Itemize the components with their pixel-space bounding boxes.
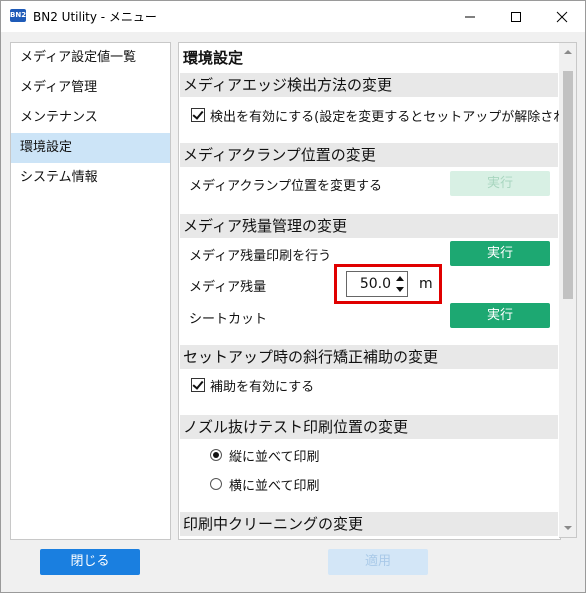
close-icon [556, 11, 568, 22]
sidebar-item-maintenance[interactable]: メンテナンス [11, 103, 170, 133]
scroll-down-icon[interactable] [563, 523, 573, 533]
window-title: BN2 Utility - メニュー [33, 10, 157, 24]
minimize-button[interactable] [447, 1, 493, 32]
nozzle-vertical-radio[interactable] [210, 449, 222, 461]
remaining-amount-unit: m [419, 276, 433, 292]
sheet-cut-run-button[interactable]: 実行 [450, 303, 550, 328]
sidebar-item-media-management[interactable]: メディア管理 [11, 73, 170, 103]
clamp-run-button[interactable]: 実行 [450, 171, 550, 196]
nozzle-horizontal-radio[interactable] [210, 478, 222, 490]
maximize-button[interactable] [493, 1, 539, 32]
triangle-up-icon [396, 276, 404, 281]
sheet-cut-label: シートカット [189, 312, 268, 327]
remaining-amount-value[interactable]: 50.0 [351, 272, 391, 296]
remaining-print-run-button[interactable]: 実行 [450, 241, 550, 266]
section-heading-media-remaining: メディア残量管理の変更 [180, 214, 558, 238]
clamp-position-label: メディアクランプ位置を変更する [189, 179, 383, 194]
edge-detection-label: 検出を有効にする(設定を変更するとセットアップが解除され [210, 110, 561, 125]
close-button[interactable]: 閉じる [40, 549, 140, 575]
app-window: BN2 BN2 Utility - メニュー メディア設定値一覧 メディア管理 … [0, 0, 586, 593]
section-heading-skew-correction: セットアップ時の斜行矯正補助の変更 [180, 345, 558, 369]
nozzle-vertical-label: 縦に並べて印刷 [229, 450, 320, 465]
spin-down-button[interactable] [394, 284, 406, 295]
sidebar-item-environment-settings[interactable]: 環境設定 [11, 133, 170, 163]
scroll-thumb[interactable] [563, 71, 573, 299]
title-bar: BN2 BN2 Utility - メニュー [1, 1, 585, 32]
sidebar-item-media-settings-list[interactable]: メディア設定値一覧 [11, 43, 170, 73]
close-window-button[interactable] [539, 1, 585, 32]
section-heading-cleaning: 印刷中クリーニングの変更 [180, 512, 558, 536]
remaining-amount-stepper[interactable]: 50.0 [346, 271, 408, 297]
spin-up-button[interactable] [394, 273, 406, 284]
skew-assist-label: 補助を有効にする [210, 380, 315, 395]
page-title: 環境設定 [183, 49, 244, 67]
nozzle-horizontal-label: 横に並べて印刷 [229, 479, 320, 494]
section-heading-nozzle-test: ノズル抜けテスト印刷位置の変更 [180, 415, 558, 439]
triangle-down-icon [396, 287, 404, 292]
sidebar: メディア設定値一覧 メディア管理 メンテナンス 環境設定 システム情報 [10, 42, 171, 540]
maximize-icon [511, 11, 521, 22]
apply-button[interactable]: 適用 [328, 549, 428, 575]
section-heading-edge-detection: メディアエッジ検出方法の変更 [180, 73, 558, 97]
skew-assist-checkbox[interactable] [191, 378, 205, 392]
settings-panel: 環境設定 メディアエッジ検出方法の変更 検出を有効にする(設定を変更するとセット… [178, 42, 561, 540]
scroll-up-icon[interactable] [563, 47, 573, 57]
section-heading-media-clamp: メディアクランプ位置の変更 [180, 143, 558, 167]
sidebar-item-system-info[interactable]: システム情報 [11, 163, 170, 193]
edge-detection-checkbox[interactable] [191, 108, 205, 122]
remaining-print-label: メディア残量印刷を行う [189, 249, 332, 264]
app-logo-icon: BN2 [10, 9, 26, 22]
minimize-icon [465, 16, 475, 17]
vertical-scrollbar[interactable] [559, 42, 577, 538]
remaining-amount-label: メディア残量 [189, 280, 267, 295]
